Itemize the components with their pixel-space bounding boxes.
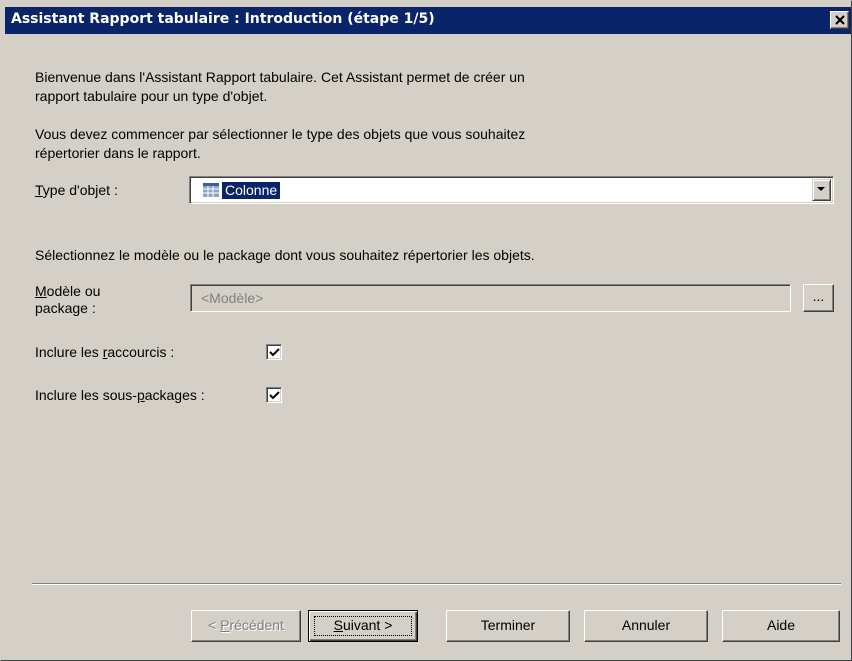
title-bar: Assistant Rapport tabulaire : Introducti… [5,7,851,34]
checkmark-icon [269,391,280,400]
include-shortcuts-label-rest: accourcis : [107,344,175,360]
next-button[interactable]: Suivant > [308,610,418,642]
column-icon [203,183,219,197]
cancel-button[interactable]: Annuler [584,610,708,642]
include-subpackages-label: Inclure les sous-packages : [35,386,205,405]
model-label-rest: odèle ou [46,283,101,299]
object-type-value: Colonne [222,182,281,199]
previous-button[interactable]: < Précédent [191,610,301,642]
previous-button-rest: récédent [229,617,284,633]
checkmark-icon [269,348,280,357]
close-button[interactable] [830,11,849,29]
intro-text-line-2: rapport tabulaire pour un type d'objet. [35,88,268,104]
window-title: Assistant Rapport tabulaire : Introducti… [11,11,435,27]
model-instruction: Sélectionnez le modèle ou le package don… [35,247,535,263]
model-label-line-2: package : [35,300,96,316]
type-label-access-key: T [35,182,43,198]
include-shortcuts-label: Inclure les raccourcis : [35,343,174,362]
include-subpackages-label-rest: ackages : [144,387,205,403]
include-subpackages-checkbox[interactable] [266,387,282,403]
next-button-rest: uivant > [342,617,393,633]
browse-button[interactable]: ... [803,284,834,312]
type-label-rest: ype d'objet : [42,182,118,198]
include-subpackages-access-key: p [136,387,145,403]
model-label-access-key: M [35,283,47,299]
model-package-field[interactable]: <Modèle> [190,284,791,312]
previous-button-prefix: < [208,617,221,633]
help-button[interactable]: Aide [722,610,840,642]
wizard-window: Assistant Rapport tabulaire : Introducti… [0,0,852,661]
finish-button[interactable]: Terminer [446,610,570,642]
button-separator [32,583,841,585]
intro-text-line-3: Vous devez commencer par sélectionner le… [35,126,526,142]
include-shortcuts-label-prefix: Inclure les [35,344,103,360]
close-icon [835,15,845,25]
intro-text-line-4: répertorier dans le rapport. [35,145,201,161]
object-type-combobox[interactable]: Colonne [189,176,834,204]
next-button-access-key: S [333,617,343,633]
type-label: Type d'objet : [35,181,118,200]
object-type-dropdown-button[interactable] [812,179,831,201]
chevron-down-icon [817,187,825,191]
include-subpackages-label-prefix: Inclure les sous- [35,387,137,403]
intro-text-line-1: Bienvenue dans l'Assistant Rapport tabul… [35,69,525,85]
include-shortcuts-checkbox[interactable] [266,344,282,360]
